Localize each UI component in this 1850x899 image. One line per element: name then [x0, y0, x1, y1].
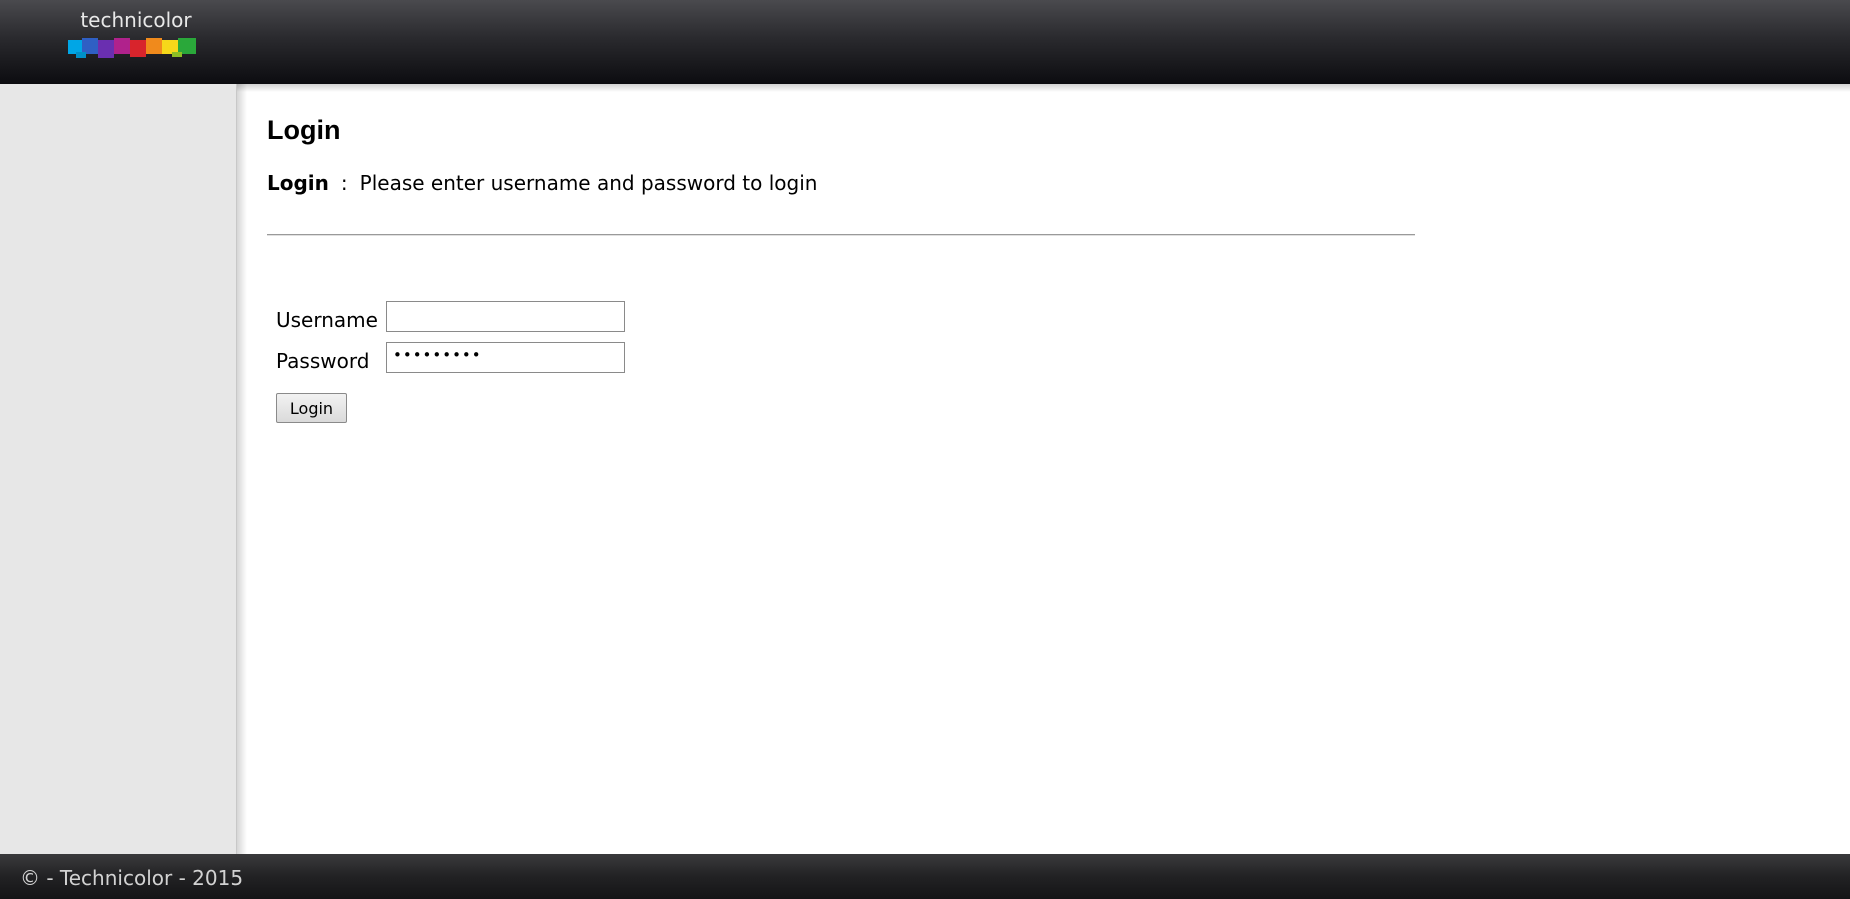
- sidebar-shadow: [237, 84, 247, 854]
- technicolor-logo: technicolor: [68, 8, 196, 60]
- intro-separator: :: [340, 171, 348, 195]
- login-intro: Login: Please enter username and password…: [267, 171, 817, 195]
- footer: © - Technicolor - 2015: [0, 854, 1850, 899]
- username-input[interactable]: [386, 301, 625, 332]
- footer-copyright: © - Technicolor - 2015: [20, 866, 244, 890]
- page-title: Login: [267, 115, 341, 145]
- logo-color-bar-icon: [68, 38, 196, 58]
- header-shadow: [0, 84, 1850, 92]
- logo-wordmark: technicolor: [80, 8, 192, 32]
- password-input[interactable]: •••••••••: [386, 342, 625, 373]
- left-sidebar: [0, 84, 237, 854]
- top-header: technicolor: [0, 0, 1850, 84]
- intro-text: Please enter username and password to lo…: [359, 171, 818, 195]
- password-label: Password: [276, 349, 370, 373]
- username-label: Username: [276, 308, 378, 332]
- intro-label: Login: [267, 171, 329, 195]
- section-divider: [267, 234, 1415, 236]
- password-masked-value: •••••••••: [393, 346, 482, 364]
- login-button[interactable]: Login: [276, 393, 347, 423]
